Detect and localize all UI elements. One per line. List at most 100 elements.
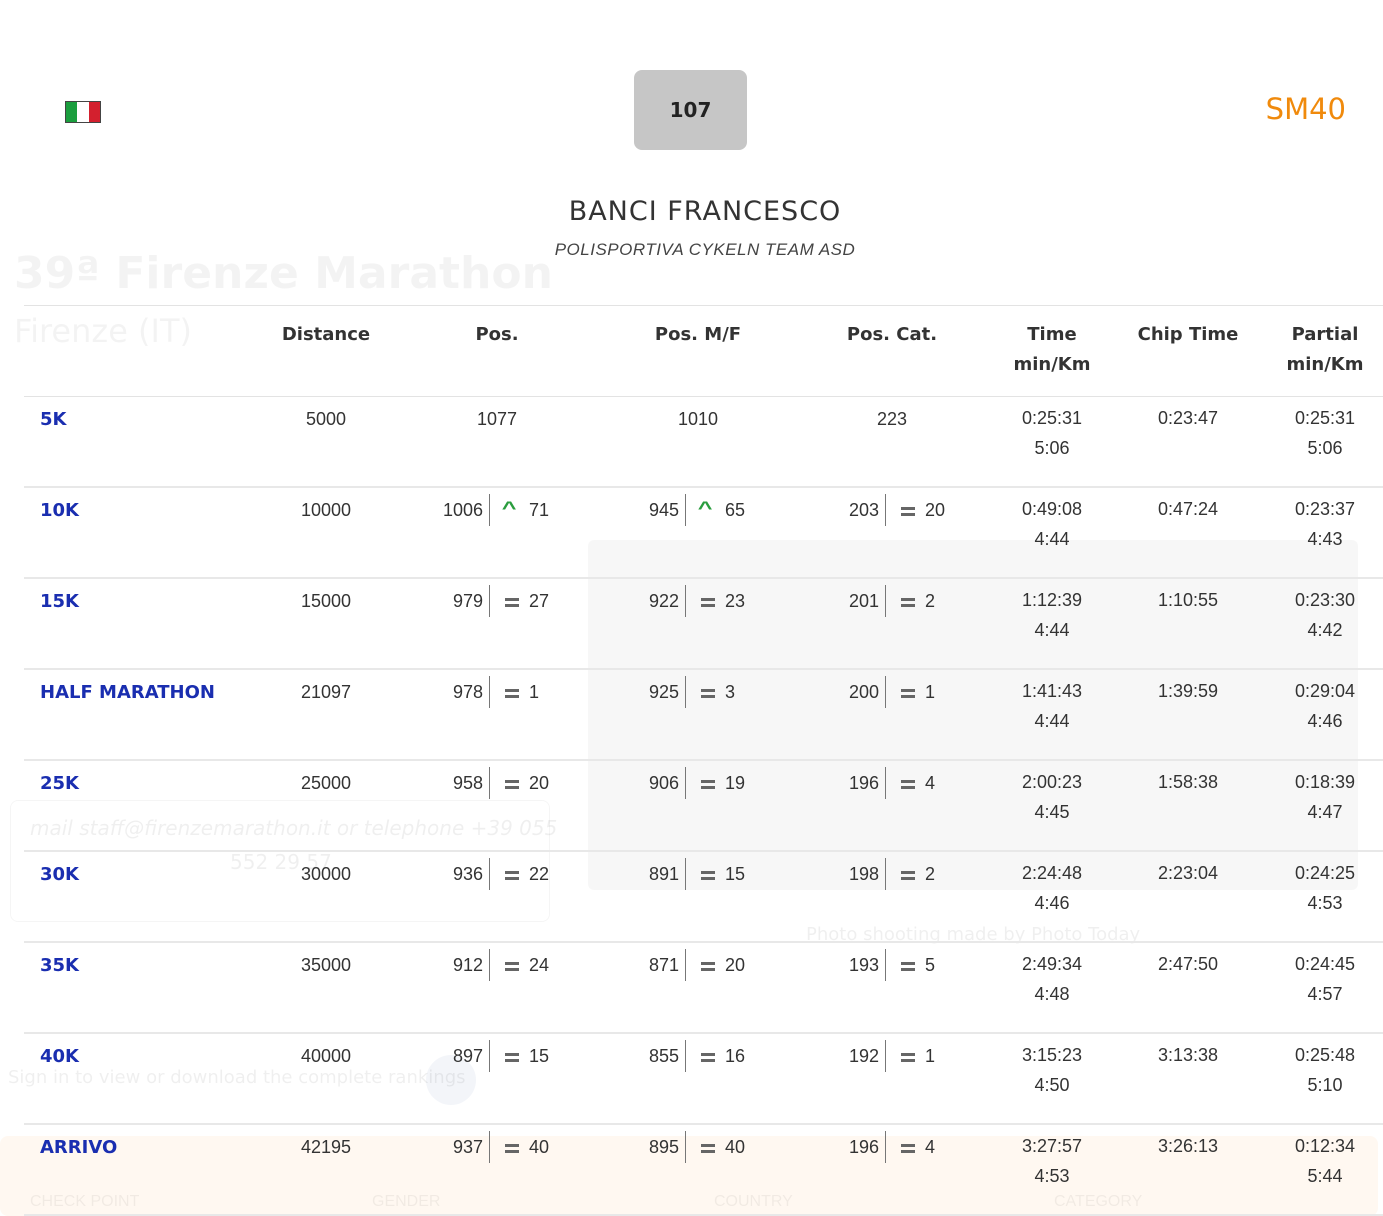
pos-delta: 22 — [529, 864, 550, 884]
cell-divider — [885, 949, 886, 981]
pos-cell: 978 1 — [409, 676, 579, 716]
time-value: 2:00:23 — [1021, 772, 1083, 792]
checkpoint-link[interactable]: 40K — [40, 1046, 79, 1067]
cell-divider — [685, 1131, 686, 1163]
partial-pace: 4:43 — [1307, 529, 1343, 549]
pos-mf-value: 871 — [648, 955, 679, 975]
table-row: ARRIVO 42195 937 40 895 40 196 4 3:27:57 4:53 3:26… — [24, 1125, 1383, 1216]
time-pace: 4:44 — [1034, 529, 1070, 549]
athlete-team: POLISPORTIVA CYKELN TEAM ASD — [554, 240, 856, 259]
pos-mf-delta: 16 — [725, 1046, 746, 1066]
partial-value: 0:25:48 — [1294, 1045, 1356, 1065]
trend-equal-icon — [901, 871, 915, 880]
pos-cat-delta: 2 — [925, 864, 936, 884]
checkpoint-link[interactable]: ARRIVO — [40, 1137, 117, 1158]
bib-number: 107 — [634, 70, 747, 150]
trend-equal-icon — [901, 507, 915, 516]
trend-equal-icon — [505, 780, 519, 789]
table-row: 25K 25000 958 20 906 19 196 4 2:00:23 4:45 1:58:38… — [24, 761, 1383, 852]
time-pace: 4:50 — [1034, 1075, 1070, 1095]
pos-cat-cell: 198 2 — [805, 858, 975, 898]
cell-divider — [489, 1040, 490, 1072]
pos-cat-delta: 1 — [925, 1046, 936, 1066]
pos-cat-value: 196 — [848, 1137, 879, 1157]
chip-time-value: 3:26:13 — [1157, 1136, 1219, 1156]
pos-mf-cell: 895 40 — [605, 1131, 775, 1171]
table-row: 30K 30000 936 22 891 15 198 2 2:24:48 4:46 2:23:04… — [24, 852, 1383, 943]
distance-cell: 40000 — [300, 1046, 352, 1066]
partial-value: 0:29:04 — [1294, 681, 1356, 701]
partial-cell: 0:12:34 5:44 — [1275, 1131, 1375, 1191]
pos-cat-cell: 196 4 — [805, 1131, 975, 1171]
athlete-name: BANCI FRANCESCO — [568, 196, 842, 227]
time-cell: 2:24:48 4:46 — [1002, 858, 1102, 918]
cell-divider — [489, 858, 490, 890]
distance-cell: 35000 — [300, 955, 352, 975]
checkpoint-link[interactable]: 5K — [40, 409, 66, 430]
pos-value: 958 — [452, 773, 483, 793]
chip-time-cell: 1:10:55 — [1138, 585, 1238, 615]
trend-equal-icon — [901, 689, 915, 698]
pos-cat-cell: 192 1 — [805, 1040, 975, 1080]
cell-divider — [685, 949, 686, 981]
trend-equal-icon — [901, 780, 915, 789]
time-value: 1:12:39 — [1021, 590, 1083, 610]
time-cell: 3:15:23 4:50 — [1002, 1040, 1102, 1100]
table-row: 15K 15000 979 27 922 23 201 2 1:12:39 4:44 1:10:55… — [24, 579, 1383, 670]
time-pace: 4:46 — [1034, 893, 1070, 913]
pos-mf-delta: 65 — [725, 500, 746, 520]
header-time: Time min/Km — [1002, 320, 1102, 380]
header-time-label: Time — [1027, 324, 1077, 345]
time-cell: 3:27:57 4:53 — [1002, 1131, 1102, 1191]
pos-cat-delta: 20 — [925, 500, 946, 520]
partial-value: 0:23:30 — [1294, 590, 1356, 610]
pos-mf-delta: 20 — [725, 955, 746, 975]
partial-value: 0:18:39 — [1294, 772, 1356, 792]
trend-equal-icon — [505, 689, 519, 698]
time-value: 3:15:23 — [1021, 1045, 1083, 1065]
cell-divider — [885, 1040, 886, 1072]
time-cell: 0:25:31 5:06 — [1002, 403, 1102, 463]
pos-cat-delta: 4 — [925, 773, 936, 793]
pos-mf-cell: 855 16 — [605, 1040, 775, 1080]
cell-divider — [685, 858, 686, 890]
pos-value: 912 — [452, 955, 483, 975]
pos-cat-cell: 203 20 — [805, 494, 975, 534]
pos-mf-value: 895 — [648, 1137, 679, 1157]
time-value: 1:41:43 — [1021, 681, 1083, 701]
time-value: 0:49:08 — [1021, 499, 1083, 519]
pos-cell: 979 27 — [409, 585, 579, 625]
partial-value: 0:12:34 — [1294, 1136, 1356, 1156]
pos-cat-value: 196 — [848, 773, 879, 793]
distance-cell: 5000 — [305, 409, 347, 429]
checkpoint-link[interactable]: 35K — [40, 955, 79, 976]
partial-cell: 0:24:25 4:53 — [1275, 858, 1375, 918]
chip-time-value: 1:10:55 — [1157, 590, 1219, 610]
partial-value: 0:25:31 — [1294, 408, 1356, 428]
time-pace: 4:44 — [1034, 711, 1070, 731]
time-value: 2:24:48 — [1021, 863, 1083, 883]
checkpoint-link[interactable]: HALF MARATHON — [40, 682, 215, 703]
trend-equal-icon — [701, 780, 715, 789]
partial-pace: 4:46 — [1307, 711, 1343, 731]
cell-divider — [685, 767, 686, 799]
chip-time-cell: 3:26:13 — [1138, 1131, 1238, 1161]
partial-cell: 0:25:31 5:06 — [1275, 403, 1375, 463]
pos-cat-cell: 201 2 — [805, 585, 975, 625]
trend-equal-icon — [701, 1144, 715, 1153]
partial-value: 0:23:37 — [1294, 499, 1356, 519]
checkpoint-link[interactable]: 15K — [40, 591, 79, 612]
pos-delta: 40 — [529, 1137, 550, 1157]
pos-cat-value: 193 — [848, 955, 879, 975]
checkpoint-link[interactable]: 10K — [40, 500, 79, 521]
trend-equal-icon — [701, 871, 715, 880]
chip-time-value: 1:58:38 — [1157, 772, 1219, 792]
table-top-border — [24, 305, 1383, 306]
header-time-unit: min/Km — [1013, 354, 1091, 375]
checkpoint-link[interactable]: 25K — [40, 773, 79, 794]
pos-cell: 897 15 — [409, 1040, 579, 1080]
trend-up-icon: ^ — [697, 498, 713, 518]
time-cell: 2:00:23 4:45 — [1002, 767, 1102, 827]
checkpoint-link[interactable]: 30K — [40, 864, 79, 885]
pos-value: 897 — [452, 1046, 483, 1066]
